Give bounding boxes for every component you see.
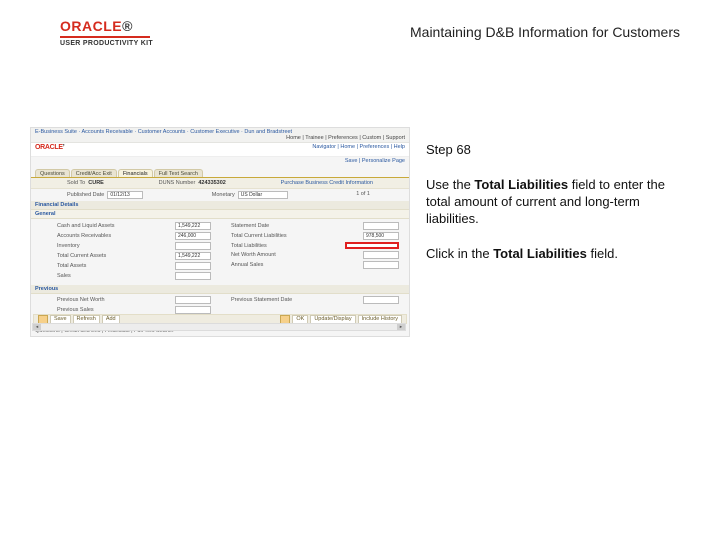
row-total-assets: Total Assets [57, 261, 231, 271]
breadcrumb-bar: E-Business Suite · Accounts Receivable ·… [31, 128, 409, 143]
sold-to-field: Sold To CURE [67, 180, 104, 186]
tab-fulltext[interactable]: Full Text Search [154, 169, 203, 177]
tcl-input[interactable]: 978,500 [363, 232, 399, 240]
scroll-right-icon[interactable]: ► [397, 324, 405, 330]
monetary-label: Monetary [212, 192, 235, 198]
page: ORACLE® USER PRODUCTIVITY KIT Maintainin… [0, 0, 720, 540]
instruction-panel: Step 68 Use the Total Liabilities field … [426, 142, 686, 276]
monetary-input[interactable]: US Dollar [238, 191, 288, 199]
row-annual-sales: Annual Sales [231, 260, 405, 270]
label: Total Current Assets [57, 253, 106, 259]
instruction-paragraph-1: Use the Total Liabilities field to enter… [426, 177, 686, 228]
monetary-field: Monetary US Dollar [212, 191, 288, 199]
label: Total Current Liabilities [231, 233, 287, 239]
tab-questions[interactable]: Questions [35, 169, 70, 177]
financial-left-col: Cash and Liquid Assets 1,549,222 Accounts… [57, 221, 231, 281]
row-prev-networth: Previous Net Worth [57, 295, 231, 305]
inventory-input[interactable] [175, 242, 211, 250]
label: Accounts Receivables [57, 233, 111, 239]
ar-input[interactable]: 246,000 [175, 232, 211, 240]
brand-subtitle: USER PRODUCTIVITY KIT [60, 40, 153, 47]
label: Sales [57, 273, 71, 279]
text-run: Use the [426, 177, 474, 192]
statement-date-input[interactable] [363, 222, 399, 230]
label: Cash and Liquid Assets [57, 223, 114, 229]
label: Statement Date [231, 223, 269, 229]
purchase-link[interactable]: Purchase Business Credit Information [281, 180, 373, 186]
header-row-2: Published Date 01/12/13 Monetary US Doll… [31, 189, 409, 201]
brand-rule [60, 36, 150, 38]
label: Net Worth Amount [231, 252, 276, 258]
row-prev-statement-date: Previous Statement Date [231, 295, 405, 305]
scroll-left-icon[interactable]: ◄ [33, 324, 41, 330]
net-worth-input[interactable] [363, 251, 399, 259]
financial-right-col: Statement Date Total Current Liabilities… [231, 221, 405, 281]
published-date-label: Published Date [67, 192, 104, 198]
prev-networth-input[interactable] [175, 296, 211, 304]
section-general: General [31, 210, 409, 219]
row-inventory: Inventory [57, 241, 231, 251]
label: Previous Net Worth [57, 297, 105, 303]
label: Total Liabilities [231, 243, 267, 249]
published-date-field: Published Date 01/12/13 [67, 191, 143, 199]
brand-logo: ORACLE® USER PRODUCTIVITY KIT [60, 18, 153, 47]
text-run-bold: Total Liabilities [474, 177, 568, 192]
row-total-liabilities: Total Liabilities [231, 241, 405, 250]
label: Annual Sales [231, 262, 263, 268]
duns-field: DUNS Number 424335302 [159, 180, 226, 186]
published-date-input[interactable]: 01/12/13 [107, 191, 143, 199]
text-run: field. [587, 246, 618, 261]
label: Previous Statement Date [231, 297, 292, 303]
tab-bar: Questions Credit/Acc Exit Financials Ful… [31, 167, 409, 178]
app-brand: ORACLE’ [35, 144, 64, 155]
tab-credit[interactable]: Credit/Acc Exit [71, 169, 117, 177]
row-net-worth: Net Worth Amount [231, 250, 405, 260]
action-links: Save | Personalize Page [31, 157, 409, 167]
breadcrumb: E-Business Suite · Accounts Receivable ·… [35, 129, 292, 135]
app-brand-text: ORACLE [35, 144, 63, 151]
duns-label: DUNS Number [159, 180, 196, 186]
row-ar: Accounts Receivables 246,000 [57, 231, 231, 241]
text-run-bold: Total Liabilities [493, 246, 587, 261]
section-previous: Previous [31, 285, 409, 294]
row-sales: Sales [57, 271, 231, 281]
brand-text-red: ORACLE [60, 18, 122, 34]
prev-statement-date-input[interactable] [363, 296, 399, 304]
total-liabilities-input[interactable] [345, 242, 399, 249]
annual-sales-input[interactable] [363, 261, 399, 269]
sales-input[interactable] [175, 272, 211, 280]
tca-input[interactable]: 1,549,222 [175, 252, 211, 260]
header-row-1: Sold To CURE DUNS Number 424335302 Purch… [31, 178, 409, 189]
app-screenshot: E-Business Suite · Accounts Receivable ·… [30, 127, 410, 337]
row-total-current-liab: Total Current Liabilities 978,500 [231, 231, 405, 241]
app-brand-suffix: ’ [63, 144, 65, 151]
row-cash: Cash and Liquid Assets 1,549,222 [57, 221, 231, 231]
horizontal-scrollbar[interactable]: ◄ ► [32, 323, 406, 331]
cash-input[interactable]: 1,549,222 [175, 222, 211, 230]
step-label: Step 68 [426, 142, 686, 159]
brand-wordmark: ORACLE® [60, 18, 153, 34]
prev-sales-input[interactable] [175, 306, 211, 314]
app-nav-links: Navigator | Home | Preferences | Help [312, 144, 405, 155]
app-brand-bar: ORACLE’ Navigator | Home | Preferences |… [31, 143, 409, 157]
label: Inventory [57, 243, 80, 249]
page-title: Maintaining D&B Information for Customer… [410, 24, 680, 40]
text-run: Click in the [426, 246, 493, 261]
label: Previous Sales [57, 307, 94, 313]
financial-grid: Cash and Liquid Assets 1,549,222 Accounts… [31, 219, 409, 285]
header-links: Home | Trainee | Preferences | Custom | … [286, 135, 405, 141]
tab-financials[interactable]: Financials [118, 169, 153, 177]
instruction-paragraph-2: Click in the Total Liabilities field. [426, 246, 686, 263]
row-total-current-assets: Total Current Assets 1,549,222 [57, 251, 231, 261]
duns-value: 424335302 [198, 180, 226, 186]
sold-to-label: Sold To [67, 180, 85, 186]
sold-to-value: CURE [88, 180, 104, 186]
total-assets-input[interactable] [175, 262, 211, 270]
brand-trademark: ® [122, 18, 133, 34]
row-statement-date: Statement Date [231, 221, 405, 231]
pager: 1 of 1 [356, 191, 370, 199]
label: Total Assets [57, 263, 86, 269]
section-financial-details: Financial Details [31, 201, 409, 210]
